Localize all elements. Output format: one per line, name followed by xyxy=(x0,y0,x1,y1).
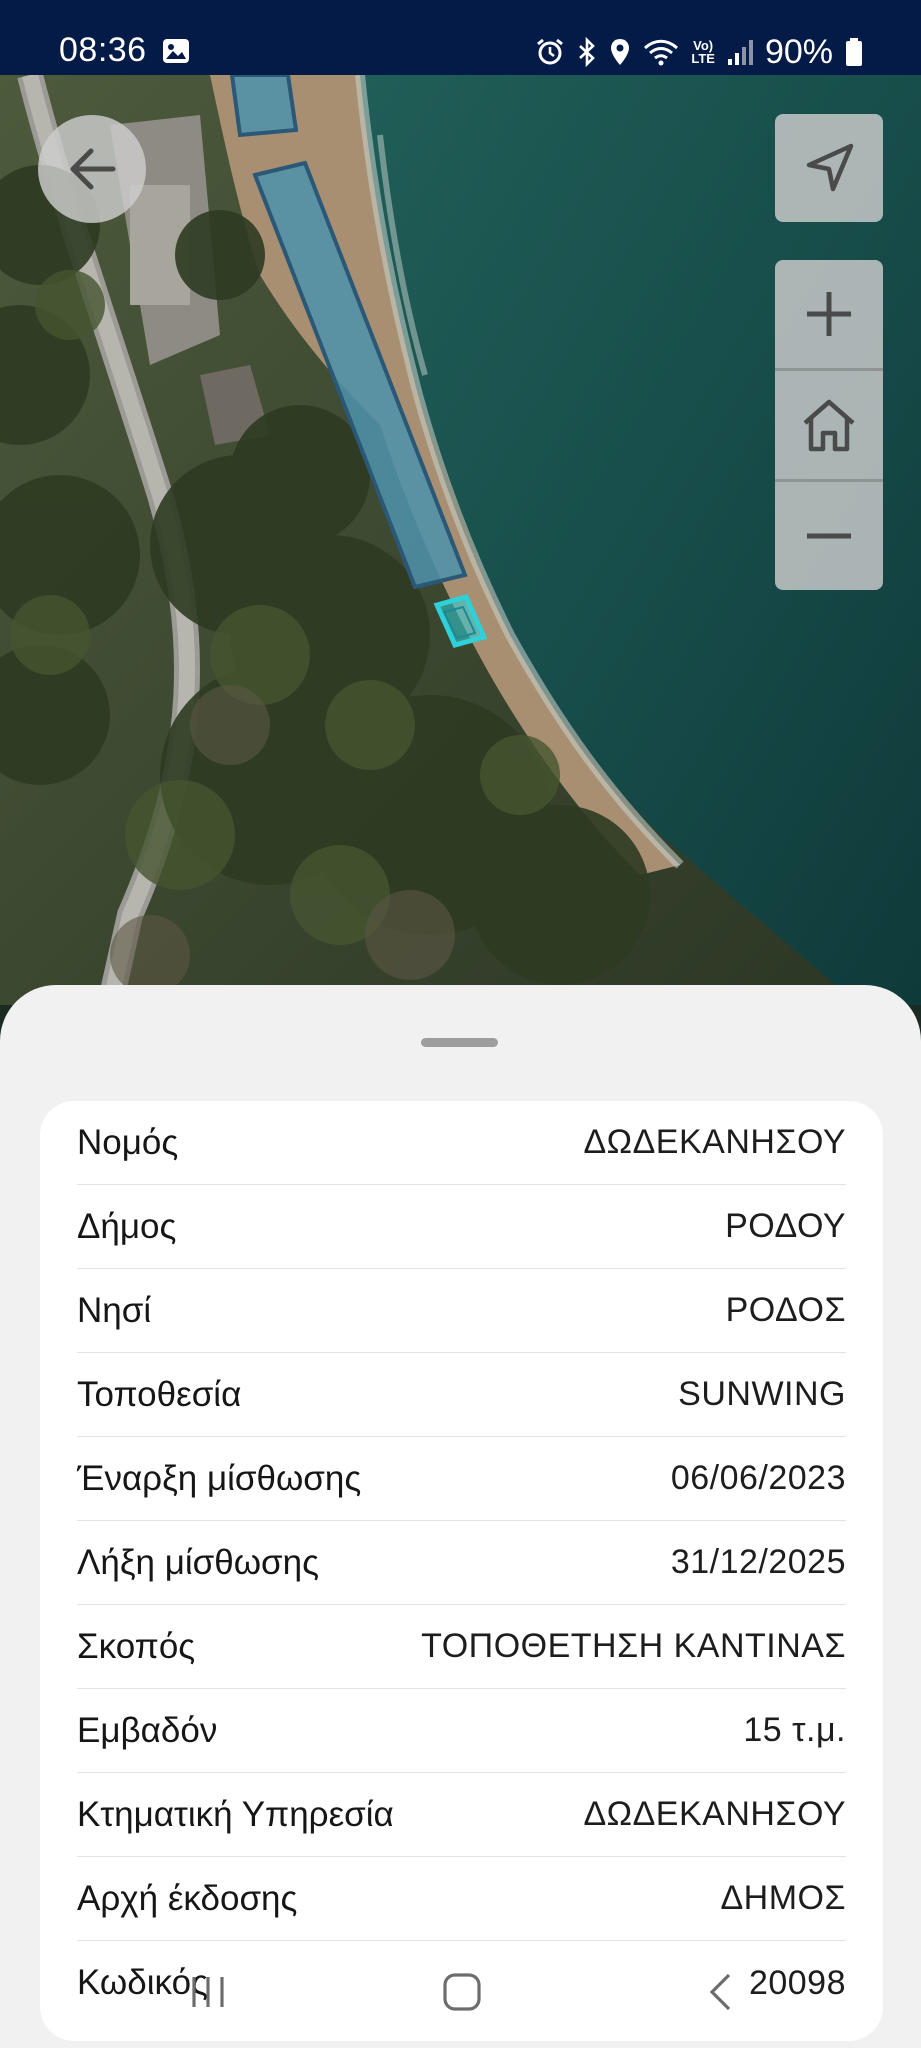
row-label: Δήμος xyxy=(77,1206,177,1246)
zoom-controls xyxy=(775,260,883,590)
row-label: Νησί xyxy=(77,1290,152,1330)
lte-indicator: Vo) LTE xyxy=(691,39,715,65)
row-label: Λήξη μίσθωσης xyxy=(77,1542,319,1582)
detail-row-land-service: Κτηματική Υπηρεσία ΔΩΔΕΚΑΝΗΣΟΥ xyxy=(77,1773,846,1857)
system-navigation-bar xyxy=(0,1950,921,2030)
row-value: ΔΩΔΕΚΑΝΗΣΟΥ xyxy=(583,1795,846,1833)
signal-icon xyxy=(727,37,753,67)
home-icon xyxy=(803,399,855,452)
detail-row-issuing-authority: Αρχή έκδοσης ΔΗΜΟΣ xyxy=(77,1857,846,1941)
gallery-icon xyxy=(162,38,190,64)
chevron-left-icon xyxy=(709,1973,731,2011)
row-value: ΡΟΔΟΥ xyxy=(725,1207,846,1245)
wifi-icon xyxy=(643,37,679,67)
zoom-in-button[interactable] xyxy=(775,260,883,368)
detail-rows: Νομός ΔΩΔΕΚΑΝΗΣΟΥ Δήμος ΡΟΔΟΥ Νησί ΡΟΔΟΣ… xyxy=(77,1101,846,2025)
location-icon xyxy=(609,37,631,67)
row-value: ΤΟΠΟΘΕΤΗΣΗ ΚΑΝΤΙΝΑΣ xyxy=(421,1627,846,1665)
detail-row-municipality: Δήμος ΡΟΔΟΥ xyxy=(77,1185,846,1269)
minus-icon xyxy=(807,533,851,539)
detail-row-prefecture: Νομός ΔΩΔΕΚΑΝΗΣΟΥ xyxy=(77,1101,846,1185)
alarm-icon xyxy=(535,37,565,67)
row-value: ΔΗΜΟΣ xyxy=(720,1879,846,1917)
battery-icon xyxy=(845,37,863,67)
details-bottom-sheet[interactable]: Νομός ΔΩΔΕΚΑΝΗΣΟΥ Δήμος ΡΟΔΟΥ Νησί ΡΟΔΟΣ… xyxy=(0,985,921,2048)
home-nav-button[interactable] xyxy=(432,1964,492,2020)
back-button[interactable] xyxy=(38,115,146,223)
detail-row-lease-end: Λήξη μίσθωσης 31/12/2025 xyxy=(77,1521,846,1605)
lte-label: LTE xyxy=(691,51,715,66)
row-label: Έναρξη μίσθωσης xyxy=(77,1458,362,1498)
bluetooth-icon xyxy=(577,37,597,67)
recent-apps-icon xyxy=(192,1977,224,2007)
recent-apps-button[interactable] xyxy=(178,1964,238,2020)
detail-row-purpose: Σκοπός ΤΟΠΟΘΕΤΗΣΗ ΚΑΝΤΙΝΑΣ xyxy=(77,1605,846,1689)
row-value: ΔΩΔΕΚΑΝΗΣΟΥ xyxy=(583,1123,846,1161)
detail-row-island: Νησί ΡΟΔΟΣ xyxy=(77,1269,846,1353)
row-label: Κτηματική Υπηρεσία xyxy=(77,1794,394,1834)
home-button[interactable] xyxy=(775,371,883,479)
row-value: ΡΟΔΟΣ xyxy=(725,1291,846,1329)
detail-row-lease-start: Έναρξη μίσθωσης 06/06/2023 xyxy=(77,1437,846,1521)
locate-button[interactable] xyxy=(775,114,883,222)
detail-row-area: Εμβαδόν 15 τ.μ. xyxy=(77,1689,846,1773)
zoom-out-button[interactable] xyxy=(775,482,883,590)
status-time: 08:36 xyxy=(59,31,147,69)
row-value: 06/06/2023 xyxy=(670,1459,846,1497)
home-square-icon xyxy=(443,1973,481,2011)
detail-row-location: Τοποθεσία SUNWING xyxy=(77,1353,846,1437)
satellite-map[interactable] xyxy=(0,75,921,1005)
back-nav-button[interactable] xyxy=(700,1964,740,2020)
row-value: SUNWING xyxy=(678,1375,846,1413)
row-label: Εμβαδόν xyxy=(77,1710,218,1750)
status-bar: 08:36 Vo) LTE 90% xyxy=(0,0,921,75)
row-value: 31/12/2025 xyxy=(670,1543,846,1581)
battery-percent: 90% xyxy=(764,33,833,71)
row-label: Νομός xyxy=(77,1122,179,1162)
status-icons: Vo) LTE 90% xyxy=(535,30,863,74)
row-label: Τοποθεσία xyxy=(77,1374,242,1414)
sheet-drag-handle[interactable] xyxy=(421,1038,498,1047)
row-label: Σκοπός xyxy=(77,1626,196,1666)
arrow-left-icon xyxy=(70,148,116,190)
row-value: 15 τ.μ. xyxy=(743,1711,846,1749)
details-card: Νομός ΔΩΔΕΚΑΝΗΣΟΥ Δήμος ΡΟΔΟΥ Νησί ΡΟΔΟΣ… xyxy=(40,1101,883,2041)
navigation-arrow-icon xyxy=(806,143,854,192)
plus-icon xyxy=(807,292,851,336)
row-label: Αρχή έκδοσης xyxy=(77,1878,298,1918)
